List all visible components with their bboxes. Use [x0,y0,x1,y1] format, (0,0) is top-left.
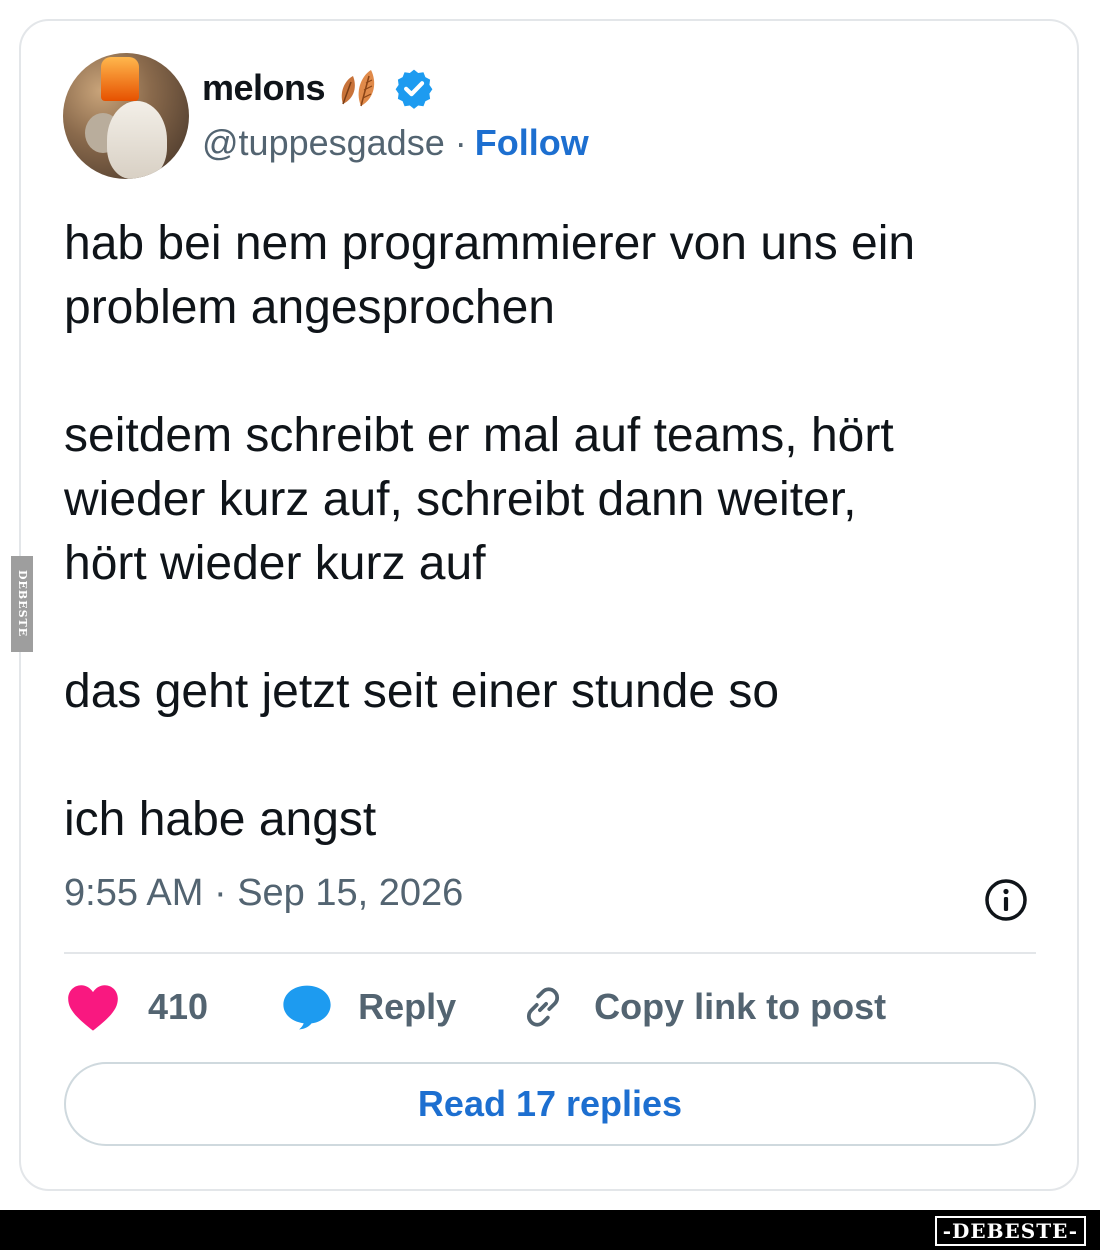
action-bar: 410 Reply Copy link to post [64,978,886,1036]
tweet-timestamp[interactable]: 9:55 AM · Sep 15, 2026 [64,872,463,915]
like-count: 410 [148,986,209,1027]
copy-link-label: Copy link to post [594,986,887,1027]
divider [64,952,1036,954]
avatar-lamp [101,57,139,101]
footer-bar: -DEBESTE- [0,1210,1100,1250]
avatar-dog [107,101,167,179]
info-icon[interactable] [982,876,1030,924]
reply-bubble-icon [280,982,334,1032]
link-icon [518,982,568,1032]
leaf-icon [335,68,383,108]
author-name[interactable]: melons [202,67,326,109]
reply-label: Reply [358,986,457,1027]
avatar[interactable] [63,53,189,179]
follow-button[interactable]: Follow [475,122,589,164]
heart-icon [64,981,122,1033]
like-button[interactable]: 410 [64,981,208,1033]
side-watermark: DEBESTE [11,556,33,652]
read-replies-button[interactable]: Read 17 replies [64,1062,1036,1146]
footer-watermark-logo: -DEBESTE- [934,1216,1086,1246]
author-handle-row: @tuppesgadse · Follow [202,122,589,164]
copy-link-button[interactable]: Copy link to post [518,982,886,1032]
tweet-text: hab bei nem programmierer von uns ein pr… [64,217,916,846]
handle-separator: · [454,122,467,163]
author-name-row: melons [202,64,435,112]
author-handle[interactable]: @tuppesgadse [202,122,445,164]
reply-button[interactable]: Reply [280,982,456,1032]
verified-badge-icon [393,67,435,109]
